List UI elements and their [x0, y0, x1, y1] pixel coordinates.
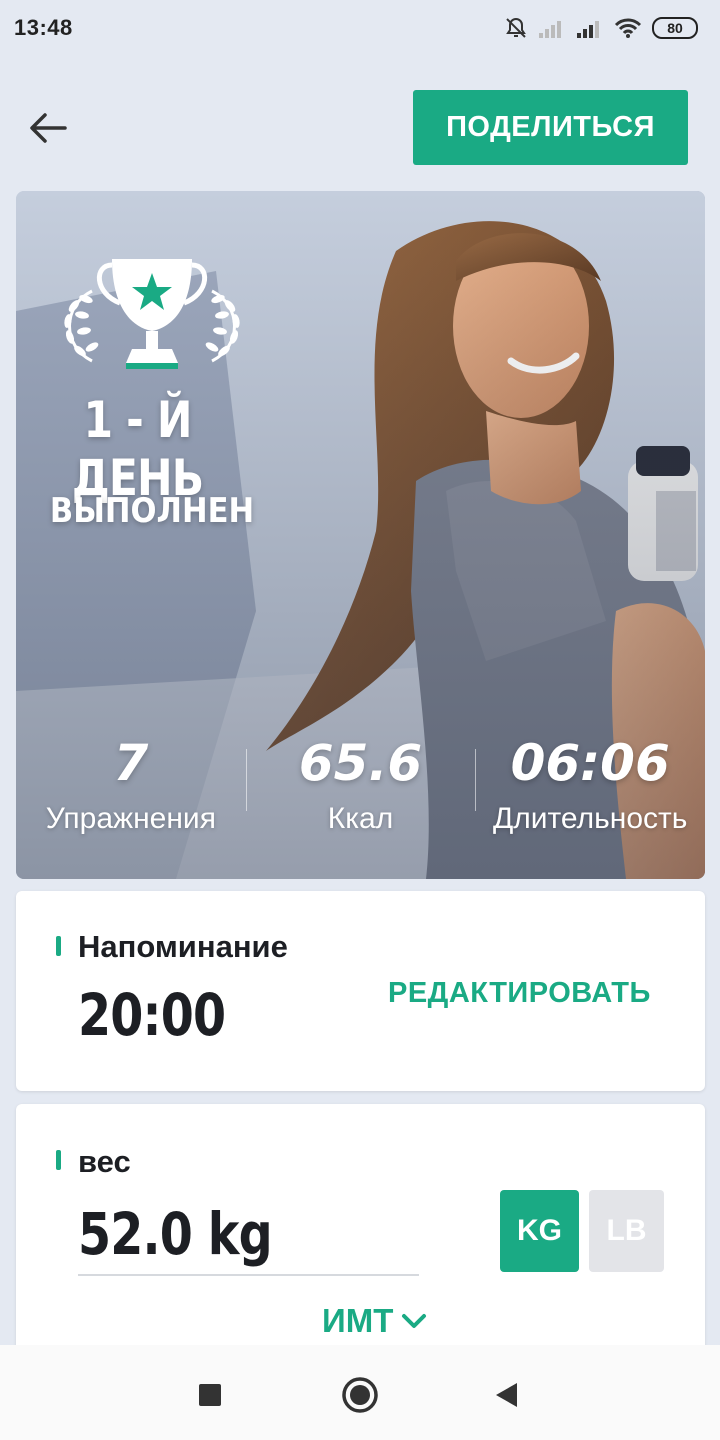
home-button[interactable]	[338, 1373, 382, 1417]
stat-calories: 65.6 Ккал	[245, 731, 476, 851]
stat-exercises: 7 Упражнения	[16, 731, 246, 851]
header: ПОДЕЛИТЬСЯ	[0, 88, 720, 166]
stat-label: Длительность	[492, 802, 688, 835]
signal-icon	[576, 17, 604, 39]
unit-lb-button[interactable]: LB	[589, 1190, 664, 1272]
recents-button[interactable]	[188, 1373, 232, 1417]
bmi-toggle[interactable]: ИМТ	[322, 1302, 427, 1340]
stat-value: 06:06	[510, 734, 670, 792]
day-completed-label: ВЫПОЛНЕН	[49, 491, 255, 531]
square-icon	[199, 1384, 221, 1406]
stat-value: 65.6	[298, 734, 423, 792]
share-button[interactable]: ПОДЕЛИТЬСЯ	[413, 90, 688, 165]
status-time: 13:48	[14, 15, 73, 40]
chevron-down-icon	[402, 1314, 427, 1328]
stat-label: Ккал	[327, 802, 394, 835]
reminder-card: Напоминание 20:00 РЕДАКТИРОВАТЬ	[16, 891, 705, 1091]
status-bar: 13:48 80	[0, 0, 720, 56]
trophy-icon	[64, 259, 240, 369]
day-title: 1 - Й ДЕНЬ	[71, 391, 204, 507]
bell-off-icon	[504, 16, 528, 40]
triangle-back-icon	[496, 1383, 517, 1407]
system-nav-bar	[0, 1345, 720, 1440]
wifi-icon	[614, 17, 642, 39]
weight-input-underline	[78, 1274, 419, 1276]
accent-bar	[56, 936, 61, 956]
weight-card: вес 52.0 kg KG LB ИМТ	[16, 1104, 705, 1364]
back-nav-button[interactable]	[484, 1373, 528, 1417]
reminder-label: Напоминание	[78, 929, 288, 964]
weight-label: вес	[78, 1144, 131, 1179]
hero-card: 1 - Й ДЕНЬ ВЫПОЛНЕН 7 Упражнения 65.6 Кк…	[16, 191, 705, 879]
signal-icon	[538, 17, 566, 39]
bmi-label: ИМТ	[322, 1302, 394, 1339]
battery-icon: 80	[652, 17, 698, 39]
back-button[interactable]	[26, 106, 70, 150]
status-icons: 80	[504, 16, 698, 40]
workout-stats: 7 Упражнения 65.6 Ккал 06:06 Длительност…	[16, 731, 705, 851]
arrow-left-icon	[30, 113, 67, 143]
accent-bar	[56, 1150, 61, 1170]
reminder-time: 20:00	[78, 981, 226, 1049]
circle-home-icon	[342, 1377, 378, 1413]
unit-kg-button[interactable]: KG	[500, 1190, 579, 1272]
weight-value[interactable]: 52.0 kg	[78, 1200, 273, 1268]
stat-label: Упражнения	[45, 802, 216, 835]
stat-value: 7	[113, 734, 149, 792]
stat-duration: 06:06 Длительность	[475, 731, 705, 851]
edit-reminder-button[interactable]: РЕДАКТИРОВАТЬ	[388, 977, 651, 1010]
